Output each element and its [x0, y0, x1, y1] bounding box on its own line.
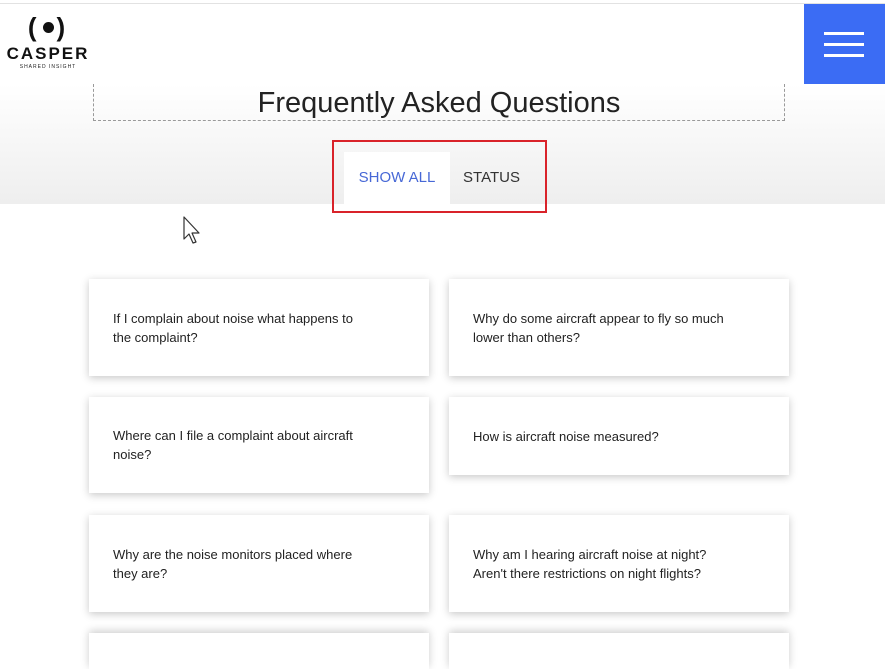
faq-question: Where can I file a complaint about aircr…	[113, 428, 353, 462]
mouse-pointer-icon	[183, 216, 200, 244]
faq-card[interactable]: Why do some aircraft appear to fly so mu…	[449, 279, 789, 376]
hamburger-icon	[824, 32, 864, 35]
hamburger-icon-bottom-bar	[824, 54, 864, 57]
faq-card[interactable]: Where can I file a complaint about aircr…	[89, 397, 429, 493]
faq-card[interactable]: Why am I hearing aircraft noise at night…	[449, 515, 789, 612]
menu-button[interactable]	[804, 4, 885, 84]
hamburger-icon-middle-bar	[824, 43, 864, 46]
site-header: () CASPER SHARED INSIGHT	[0, 4, 885, 84]
faq-question: Why am I hearing aircraft noise at night…	[473, 546, 707, 581]
faq-question: Why do some aircraft appear to fly so mu…	[473, 310, 724, 345]
faq-card[interactable]: If I complain about noise what happens t…	[89, 279, 429, 376]
page-title: Frequently Asked Questions	[257, 87, 621, 119]
faq-card-partial[interactable]	[449, 633, 789, 669]
faq-question: How is aircraft noise measured?	[473, 428, 659, 444]
faq-card-partial[interactable]	[89, 633, 429, 669]
faq-question: If I complain about noise what happens t…	[113, 310, 353, 345]
casper-logo[interactable]: () CASPER SHARED INSIGHT	[2, 10, 94, 71]
faq-card[interactable]: Why are the noise monitors placed where …	[89, 515, 429, 612]
logo-name: CASPER	[6, 44, 90, 63]
faq-card[interactable]: How is aircraft noise measured?	[449, 397, 789, 475]
tabs-highlight-box	[332, 140, 547, 213]
logo-tagline: SHARED INSIGHT	[19, 64, 77, 70]
faq-question: Why are the noise monitors placed where …	[113, 546, 353, 581]
logo-mark-icon: ()	[27, 12, 69, 42]
